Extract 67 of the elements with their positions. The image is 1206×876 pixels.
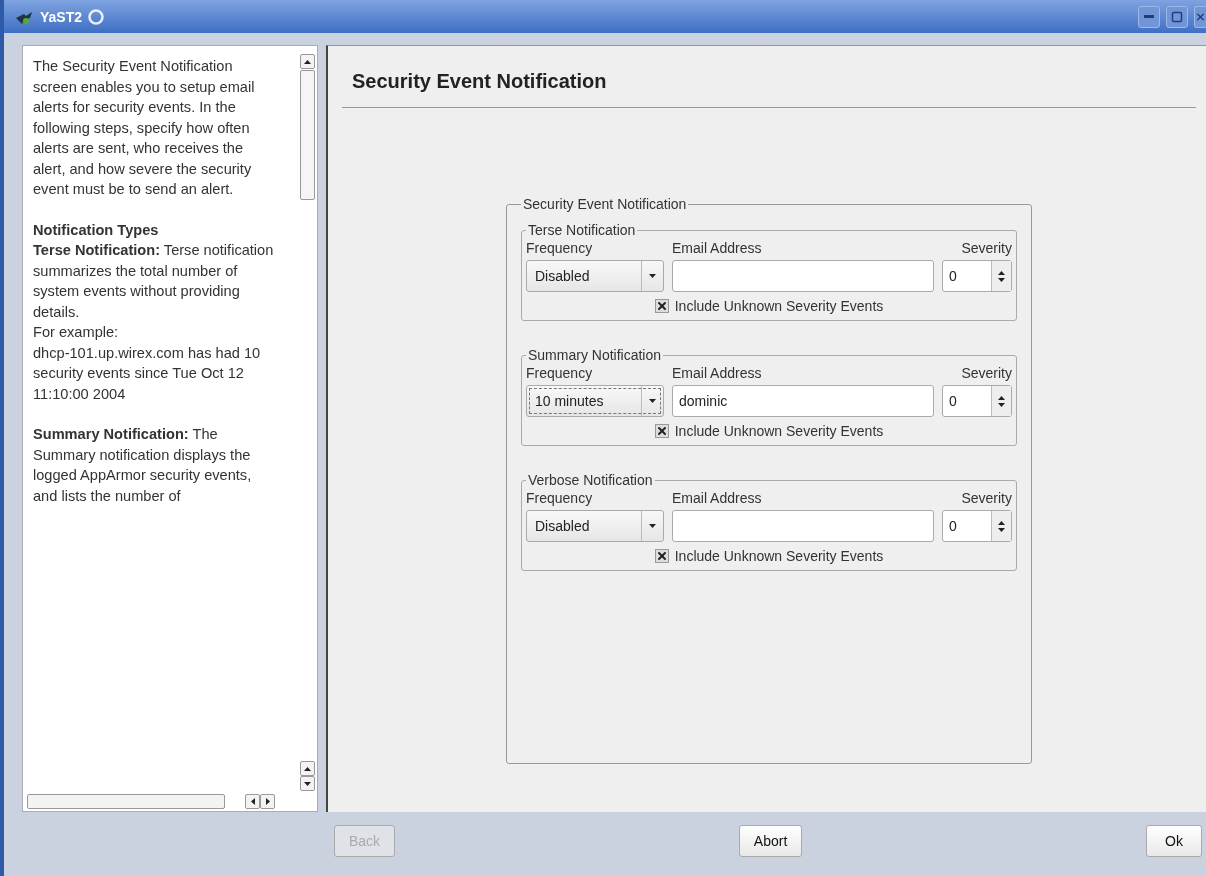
group-title: Terse Notification [527,222,637,238]
up-arrow-icon [998,520,1005,525]
include-checkbox[interactable] [654,549,669,563]
dialog-button[interactable]: Ok [1146,825,1202,857]
scroll-down-button[interactable] [300,776,315,791]
include-label: Include Unknown Severity Events [674,423,884,439]
down-arrow-icon [304,781,311,786]
help-paragraph: Terse Notification: Terse notification summarizes the total number of system events without providing details. [33,241,274,322]
severity-label: Severity [961,240,1012,256]
left-arrow-icon [250,797,255,805]
caret-icon [649,524,656,528]
frequency-dropdown[interactable]: Disabled [526,260,664,292]
dialog-button[interactable]: Abort [738,825,803,857]
maximize-button[interactable] [1166,5,1188,28]
email-label: Email Address [672,240,763,256]
help-paragraph: Summary Notification: The Summary notification displays the logged AppArmor security events, and lists the number of [33,425,253,506]
scroll-up-button[interactable] [300,761,315,776]
email-label: Email Address [672,490,763,506]
scroll-right-button[interactable] [260,793,275,809]
frequency-label: Frequency [526,365,594,381]
severity-spinbox[interactable]: 0 [942,385,1012,417]
up-arrow-icon [998,395,1005,400]
severity-label: Severity [961,490,1012,506]
include-label: Include Unknown Severity Events [674,298,884,314]
up-arrow-icon [304,59,311,64]
frequency-dropdown[interactable]: 10 minutes [526,385,664,417]
email-field[interactable] [672,510,934,542]
page-title: Security Event Notification [352,70,608,93]
email-label: Email Address [672,365,763,381]
right-arrow-icon [265,797,270,805]
email-field[interactable]: dominic [672,385,934,417]
include-label: Include Unknown Severity Events [674,548,884,564]
down-arrow-icon [998,277,1005,282]
maximize-icon [1171,10,1183,23]
check-mark-icon [655,425,668,437]
help-paragraph: dhcp-101.up.wirex.com has had 10 security events since Tue Oct 12 11:10:00 2004 [33,343,262,404]
check-mark-icon [655,550,668,562]
severity-spinbox[interactable]: 0 [942,260,1012,292]
severity-label: Severity [961,365,1012,381]
up-arrow-icon [998,270,1005,275]
frequency-dropdown[interactable]: Disabled [526,510,664,542]
minimize-button[interactable] [1138,5,1160,28]
severity-spinbox[interactable]: 0 [942,510,1012,542]
minimize-icon [1144,15,1154,18]
scrollbar-thumb[interactable] [300,70,315,200]
horizontal-scrollbar[interactable] [27,793,225,809]
down-arrow-icon [998,527,1005,532]
help-paragraph: The Security Event Notification screen enables you to setup email alerts for security events. In the following steps, specify how often alerts are sent, who receives the alert, and how severe the security event must be to send an alert. [33,57,256,199]
frame-title: Security Event Notification [522,196,688,212]
close-button[interactable] [1194,5,1206,28]
help-paragraph: For example: [33,323,120,342]
scroll-up-button[interactable] [300,54,315,69]
window-title: YaST2 [40,8,83,25]
group-title: Summary Notification [527,347,663,363]
include-checkbox[interactable] [654,424,669,438]
help-heading: Notification Types [33,220,160,240]
scroll-left-button[interactable] [245,793,260,809]
group-title: Verbose Notification [527,472,654,488]
frequency-label: Frequency [526,490,594,506]
down-arrow-icon [998,402,1005,407]
email-field[interactable] [672,260,934,292]
caret-icon [649,399,656,403]
check-mark-icon [655,300,668,312]
up-arrow-icon [304,766,311,771]
caret-icon [649,274,656,278]
frequency-label: Frequency [526,240,594,256]
include-checkbox[interactable] [654,299,669,313]
